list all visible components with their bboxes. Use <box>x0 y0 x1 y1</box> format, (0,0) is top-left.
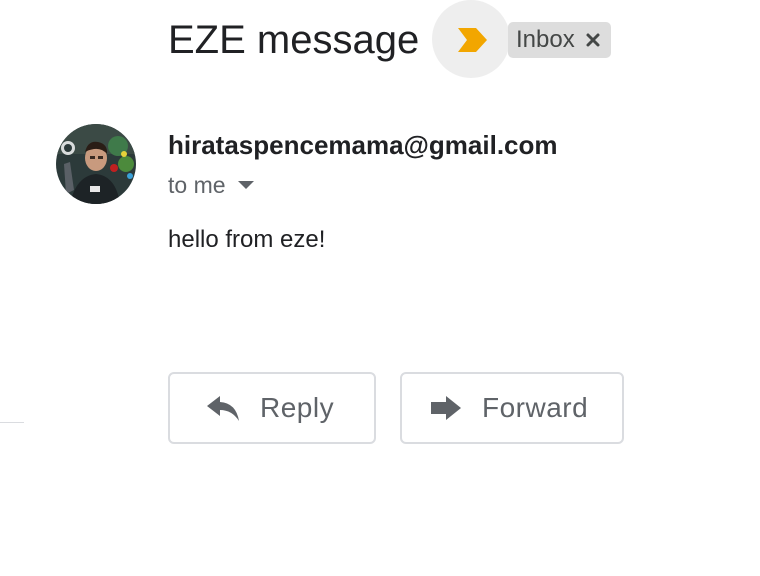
recipient-label: to me <box>168 172 226 198</box>
sender-email: hirataspencemama@gmail.com <box>168 130 558 160</box>
forward-button[interactable]: Forward <box>400 372 624 444</box>
reply-arrow-icon <box>207 396 239 421</box>
forward-arrow-icon <box>431 396 461 420</box>
remove-label-button[interactable] <box>585 32 601 48</box>
importance-marker-button[interactable] <box>432 0 510 78</box>
forward-button-label: Forward <box>482 392 589 423</box>
email-view: EZE message Inbox hirataspencemama@gmail… <box>0 0 760 576</box>
divider <box>0 422 24 423</box>
sender-avatar[interactable] <box>56 124 136 204</box>
caret-down-icon <box>237 181 254 189</box>
reply-button[interactable]: Reply <box>168 372 376 444</box>
close-icon <box>586 33 600 47</box>
email-body: hello from eze! <box>168 226 326 253</box>
avatar-photo <box>56 124 136 204</box>
importance-marker-icon <box>458 28 487 52</box>
inbox-label-chip: Inbox <box>508 22 611 58</box>
reply-button-label: Reply <box>260 392 335 423</box>
recipient-details-toggle[interactable]: to me <box>168 170 254 200</box>
email-subject: EZE message <box>168 18 420 62</box>
label-chip-text: Inbox <box>516 26 575 53</box>
